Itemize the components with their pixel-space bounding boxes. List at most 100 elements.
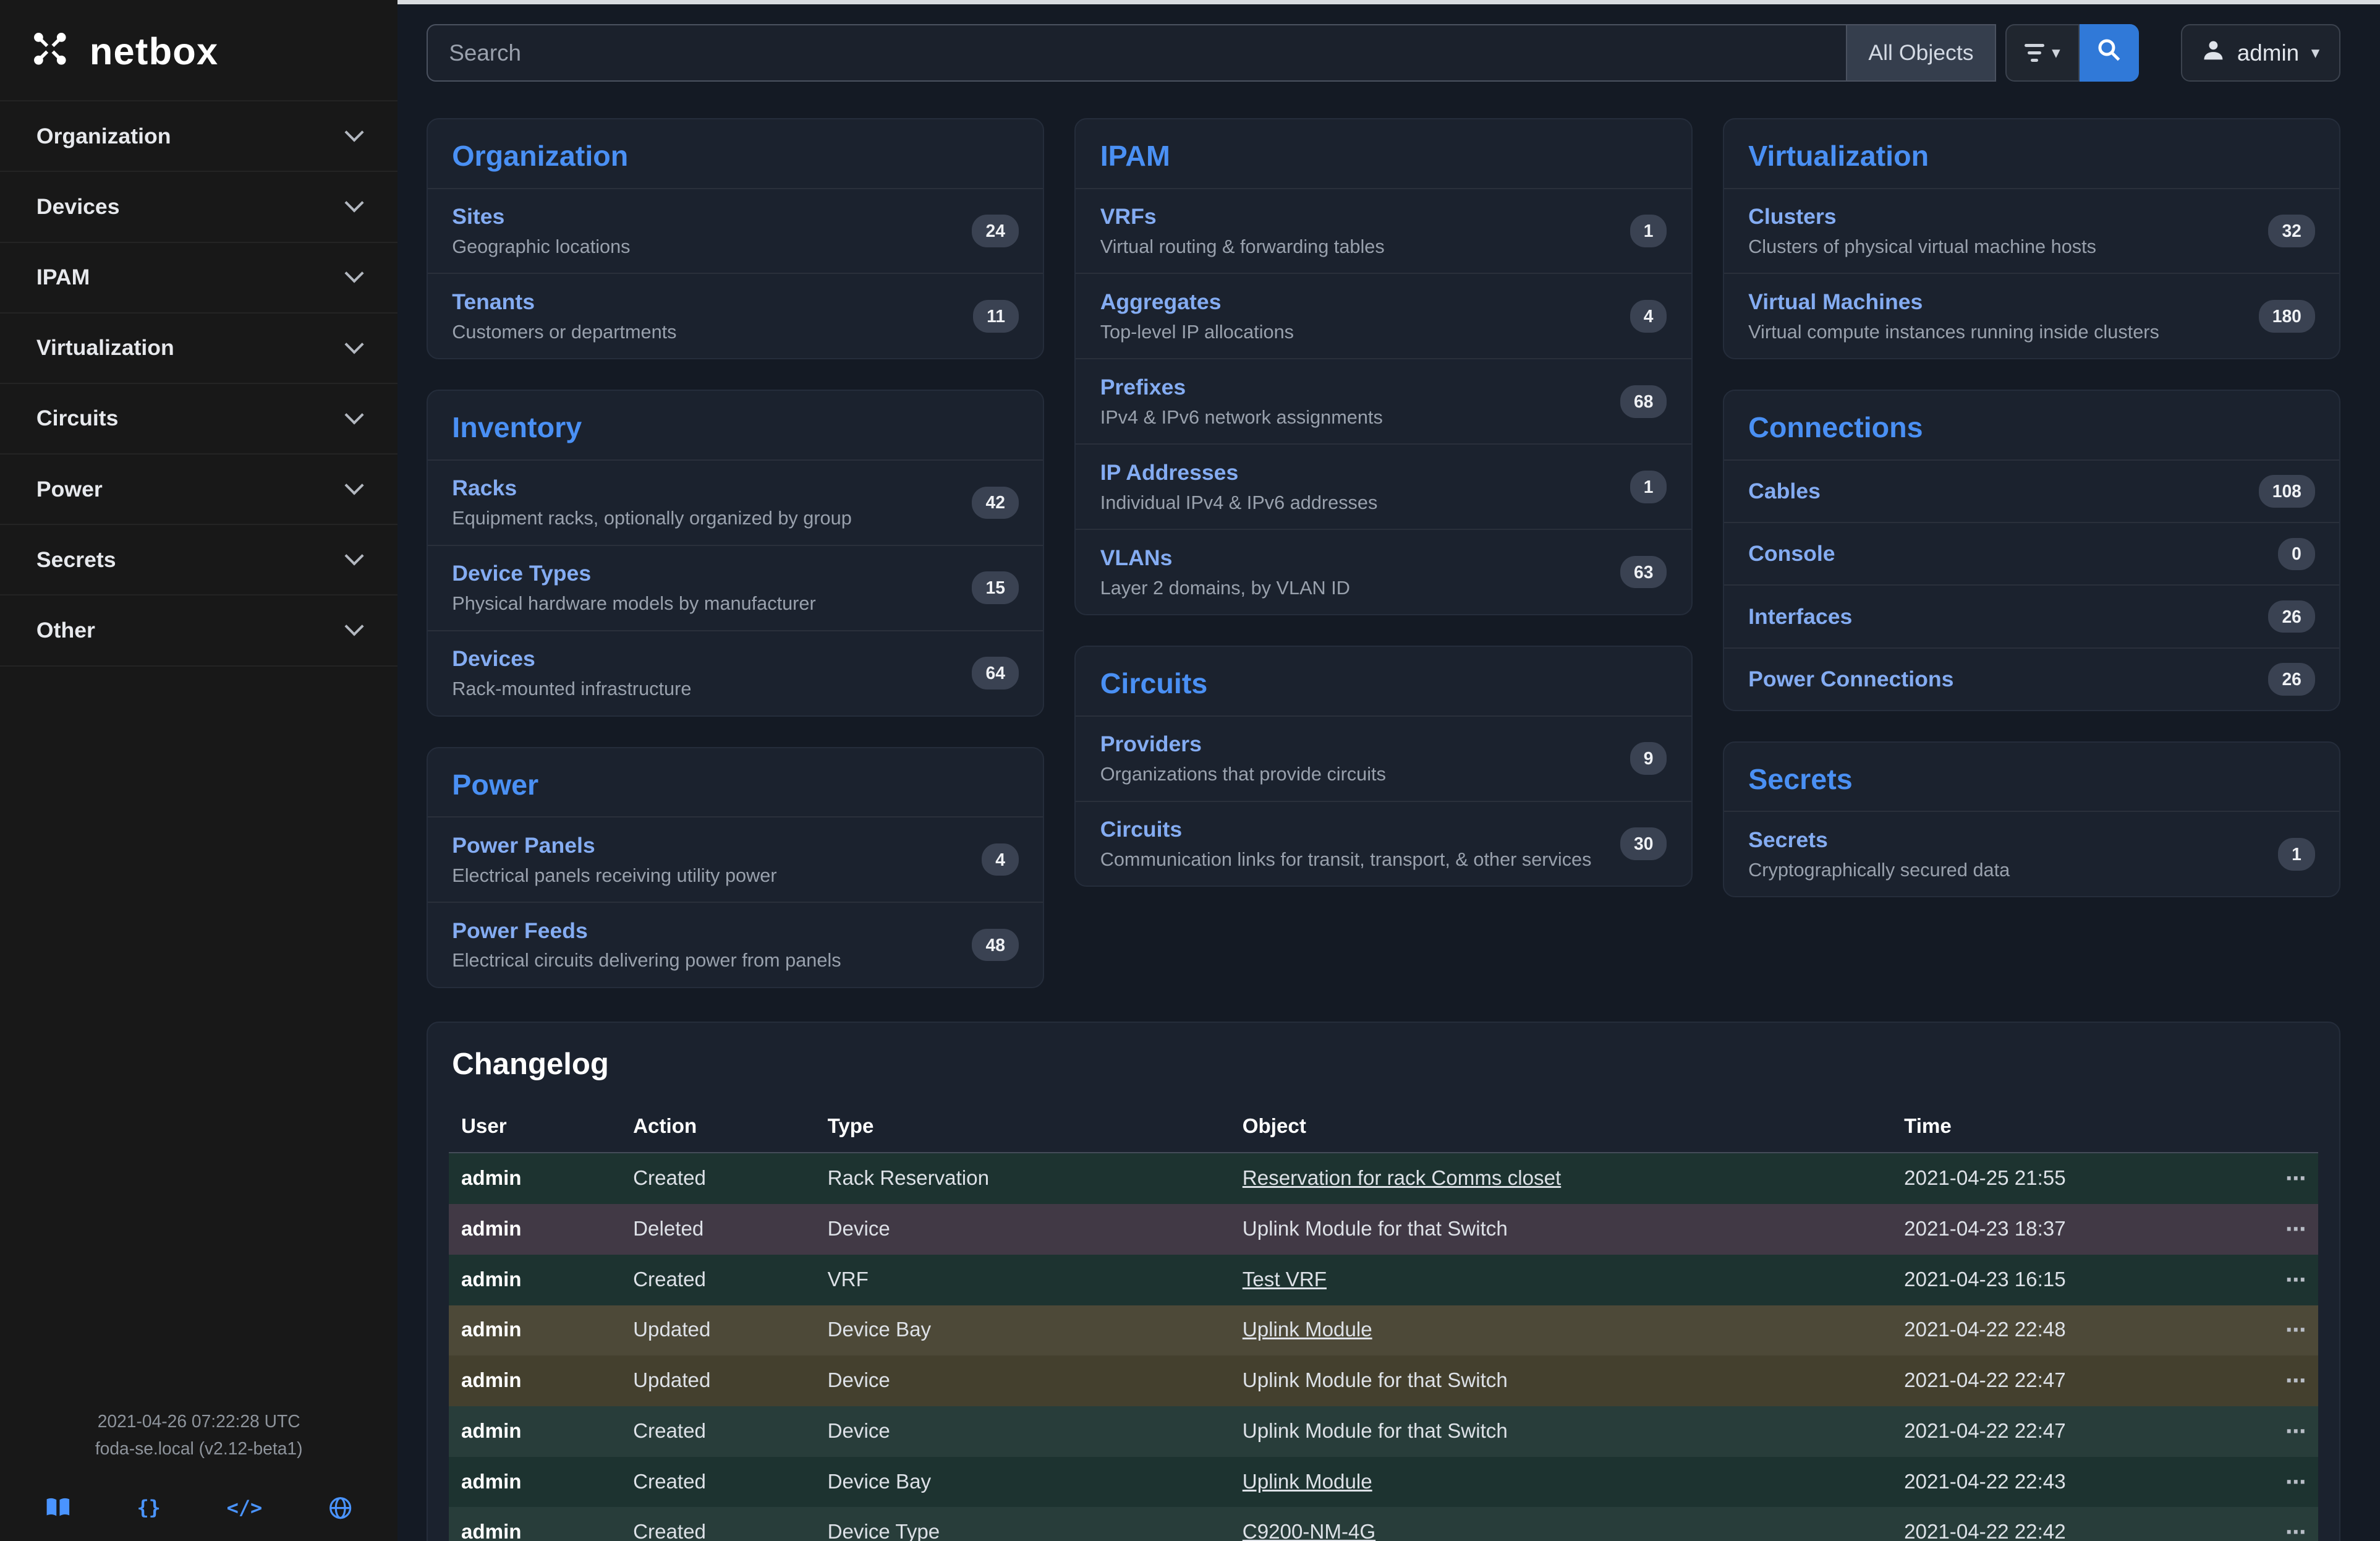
chevron-down-icon [345,617,364,636]
card-item-device-types[interactable]: Device Types Physical hardware models by… [428,545,1043,630]
card-item-aggregates[interactable]: Aggregates Top-level IP allocations 4 [1076,273,1691,358]
card-item-circuits[interactable]: Circuits Communication links for transit… [1076,801,1691,886]
item-text: Sites Geographic locations [452,204,630,258]
search-submit-button[interactable] [2080,24,2139,82]
sidebar-item-secrets[interactable]: Secrets [0,525,397,595]
object-link[interactable]: Reservation for rack Comms closet [1243,1167,1561,1190]
item-title: Power Connections [1748,667,1953,692]
search-input[interactable] [427,24,1846,82]
cell-user: admin [449,1305,621,1356]
card-item-interfaces[interactable]: Interfaces 26 [1724,584,2339,647]
card-item-secrets[interactable]: Secrets Cryptographically secured data 1 [1724,811,2339,896]
cards-column-1: Organization Sites Geographic locations … [427,118,1044,988]
item-title: VRFs [1100,204,1385,229]
object-link[interactable]: Uplink Module [1243,1318,1372,1341]
sidebar-item-ipam[interactable]: IPAM [0,243,397,314]
card-item-power-feeds[interactable]: Power Feeds Electrical circuits deliveri… [428,902,1043,987]
card-item-ip-addresses[interactable]: IP Addresses Individual IPv4 & IPv6 addr… [1076,443,1691,529]
card-item-virtual-machines[interactable]: Virtual Machines Virtual compute instanc… [1724,273,2339,358]
table-row: admin Created Rack Reservation Reservati… [449,1153,2318,1204]
user-menu-button[interactable]: admin ▾ [2181,24,2340,82]
row-actions-ellipsis[interactable]: ⋯ [2269,1153,2318,1204]
topbar: All Objects ▾ admin ▾ [427,24,2340,82]
item-desc: Customers or departments [452,321,676,343]
table-row: admin Created VRF Test VRF 2021-04-23 16… [449,1255,2318,1305]
cell-user: admin [449,1406,621,1457]
row-actions-ellipsis[interactable]: ⋯ [2269,1255,2318,1305]
item-text: Virtual Machines Virtual compute instanc… [1748,289,2159,343]
row-actions-ellipsis[interactable]: ⋯ [2269,1355,2318,1406]
item-text: Prefixes IPv4 & IPv6 network assignments [1100,375,1383,429]
chevron-down-icon [345,547,364,566]
count-badge: 180 [2259,300,2315,333]
card-item-vrfs[interactable]: VRFs Virtual routing & forwarding tables… [1076,188,1691,273]
card-item-providers[interactable]: Providers Organizations that provide cir… [1076,715,1691,801]
dashboard-cards: Organization Sites Geographic locations … [427,118,2340,988]
count-badge: 11 [973,300,1019,333]
count-badge: 42 [972,487,1019,519]
card-item-power-panels[interactable]: Power Panels Electrical panels receiving… [428,816,1043,902]
sidebar-item-label: Organization [36,124,171,149]
item-desc: Rack-mounted infrastructure [452,678,691,700]
count-badge: 4 [982,843,1019,876]
item-title: Aggregates [1100,289,1294,315]
sidebar-item-devices[interactable]: Devices [0,172,397,242]
card-title: Inventory [428,391,1043,459]
row-actions-ellipsis[interactable]: ⋯ [2269,1305,2318,1356]
object-link[interactable]: Uplink Module [1243,1471,1372,1493]
changelog-card: Changelog User Action Type Object Time a… [427,1022,2340,1541]
col-type: Type [815,1101,1230,1153]
item-title: Console [1748,541,1835,566]
sidebar-item-other[interactable]: Other [0,595,397,666]
sidebar-item-virtualization[interactable]: Virtualization [0,314,397,384]
row-actions-ellipsis[interactable]: ⋯ [2269,1457,2318,1508]
table-row: admin Updated Device Uplink Module for t… [449,1355,2318,1406]
row-actions-ellipsis[interactable]: ⋯ [2269,1406,2318,1457]
sidebar-item-circuits[interactable]: Circuits [0,384,397,455]
cards-column-2: IPAM VRFs Virtual routing & forwarding t… [1074,118,1692,988]
card-inventory: Inventory Racks Equipment racks, optiona… [427,390,1044,716]
row-actions-ellipsis[interactable]: ⋯ [2269,1507,2318,1541]
docs-icon[interactable] [45,1498,71,1518]
table-row: admin Created Device Uplink Module for t… [449,1406,2318,1457]
card-item-tenants[interactable]: Tenants Customers or departments 11 [428,273,1043,358]
server-host-version: foda-se.local (v2.12-beta1) [0,1435,397,1462]
object-link[interactable]: Test VRF [1243,1268,1327,1291]
object-link[interactable]: C9200-NM-4G [1243,1521,1375,1541]
card-item-devices[interactable]: Devices Rack-mounted infrastructure 64 [428,630,1043,715]
row-actions-ellipsis[interactable]: ⋯ [2269,1204,2318,1255]
card-item-cables[interactable]: Cables 108 [1724,459,2339,522]
globe-icon[interactable] [328,1496,352,1520]
json-braces-icon[interactable]: {} [137,1496,160,1519]
cell-object: Test VRF [1230,1255,1892,1305]
card-item-racks[interactable]: Racks Equipment racks, optionally organi… [428,459,1043,545]
card-item-console[interactable]: Console 0 [1724,522,2339,584]
item-text: Power Panels Electrical panels receiving… [452,833,776,887]
table-row: admin Deleted Device Uplink Module for t… [449,1204,2318,1255]
search-scope-button[interactable]: All Objects [1846,24,1996,82]
card-title: Organization [428,119,1043,187]
sidebar-item-power[interactable]: Power [0,455,397,525]
cell-time: 2021-04-25 21:55 [1892,1153,2269,1204]
netbox-logo[interactable]: netbox [0,0,397,100]
card-item-clusters[interactable]: Clusters Clusters of physical virtual ma… [1724,188,2339,273]
card-item-power-connections[interactable]: Power Connections 26 [1724,647,2339,710]
cell-action: Deleted [621,1204,815,1255]
card-item-vlans[interactable]: VLANs Layer 2 domains, by VLAN ID 63 [1076,529,1691,614]
cell-type: Rack Reservation [815,1153,1230,1204]
code-icon[interactable]: </> [227,1496,263,1519]
sidebar-item-organization[interactable]: Organization [0,101,397,172]
filter-dropdown-button[interactable]: ▾ [2005,24,2080,82]
cell-time: 2021-04-23 18:37 [1892,1204,2269,1255]
table-row: admin Created Device Bay Uplink Module 2… [449,1457,2318,1508]
count-badge: 1 [1630,215,1667,247]
card-item-prefixes[interactable]: Prefixes IPv4 & IPv6 network assignments… [1076,358,1691,443]
item-desc: Virtual routing & forwarding tables [1100,236,1385,258]
item-title: Power Panels [452,833,776,858]
count-badge: 64 [972,657,1019,689]
item-text: VLANs Layer 2 domains, by VLAN ID [1100,545,1350,599]
count-badge: 0 [2278,538,2315,571]
card-item-sites[interactable]: Sites Geographic locations 24 [428,188,1043,273]
changelog-table: User Action Type Object Time admin Creat… [449,1101,2318,1541]
cell-object: Reservation for rack Comms closet [1230,1153,1892,1204]
